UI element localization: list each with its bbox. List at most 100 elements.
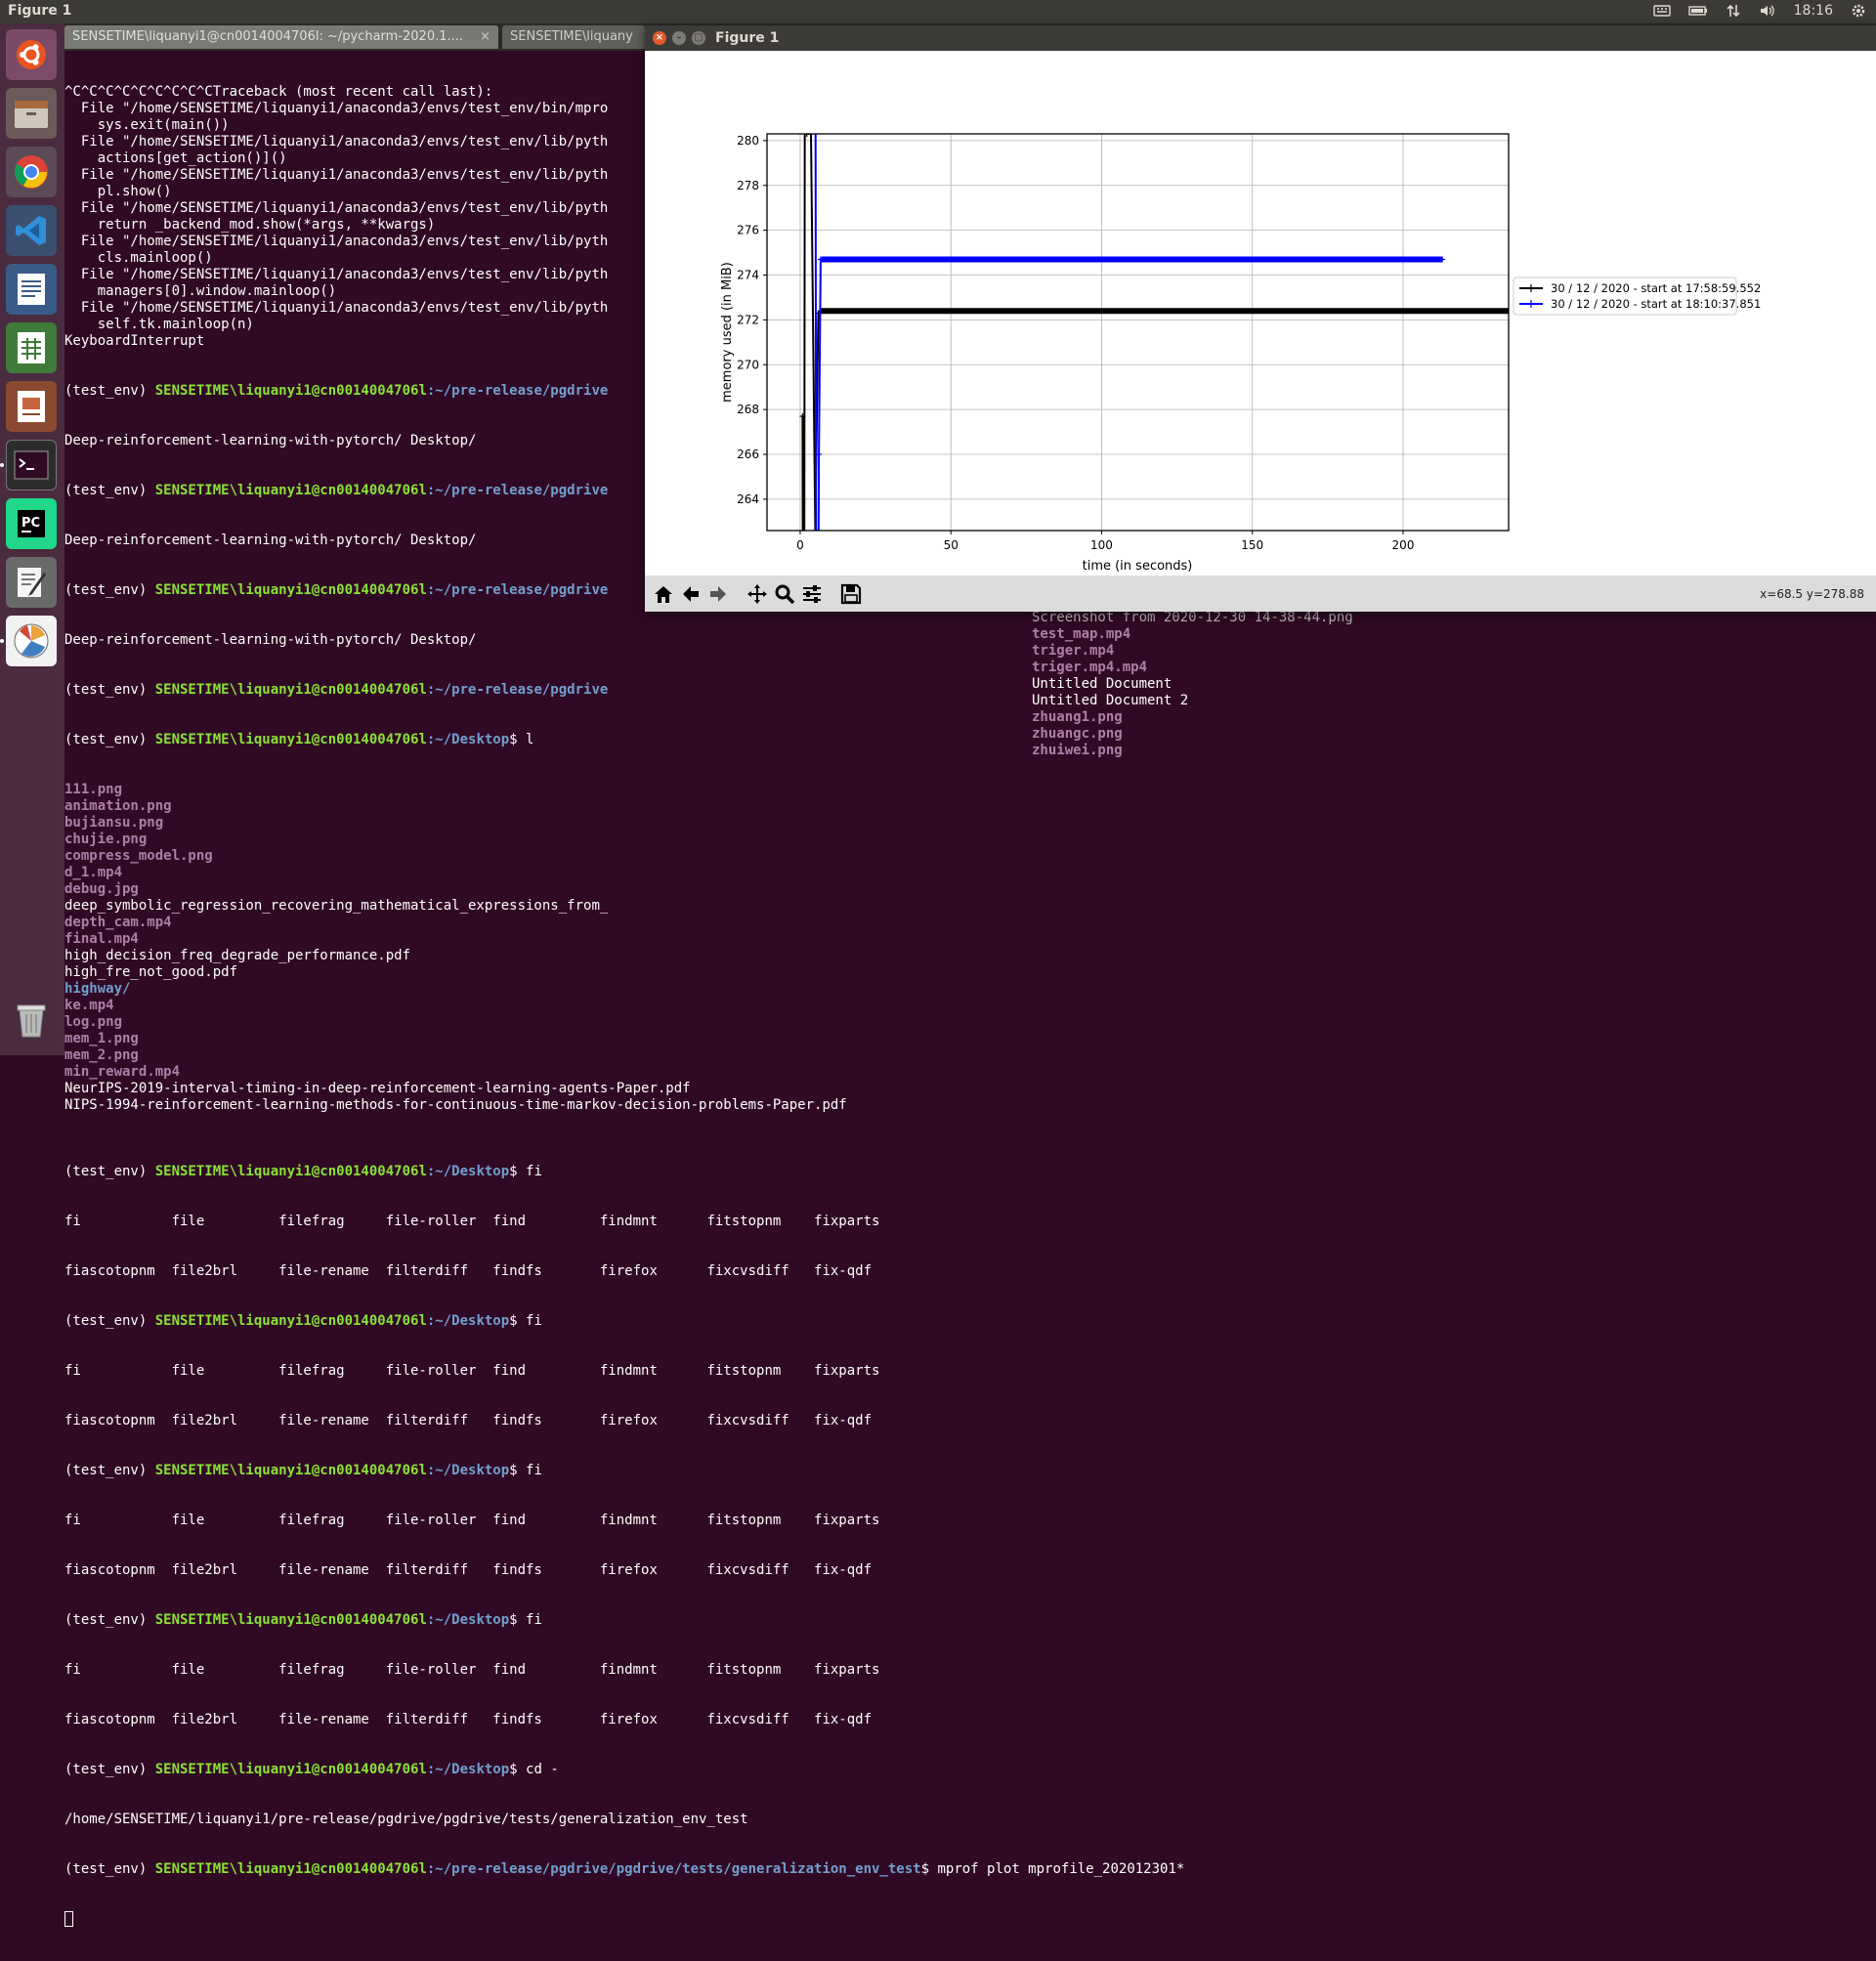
configure-subplots-icon[interactable] (799, 581, 825, 607)
text-editor-icon[interactable] (6, 557, 57, 608)
terminal-running-indicator (0, 463, 4, 467)
tab-terminal-2[interactable]: SENSETIME\liquany (502, 25, 645, 49)
file-entry: Untitled Document 2 (1032, 693, 1189, 708)
forward-icon[interactable] (705, 581, 731, 607)
y-tick-label: 272 (737, 313, 759, 326)
completion-line: fiascotopnm file2brl file-rename filterd… (64, 1562, 873, 1578)
plot-canvas[interactable]: 0 50 100 150 200 264 266 268 270 272 274 276 278 280 … (645, 51, 1876, 576)
clock[interactable]: 18:16 (1794, 3, 1833, 19)
file-entry: log.png (64, 1014, 123, 1030)
completion-line: fi file filefrag file-roller find findmn… (64, 1662, 880, 1678)
x-tick-label: 200 (1392, 538, 1415, 552)
y-tick-label: 278 (737, 179, 759, 192)
file-entry: 111.png (64, 782, 123, 797)
file-entry: final.mp4 (64, 931, 139, 947)
back-icon[interactable] (678, 581, 704, 607)
calc-icon[interactable] (6, 322, 57, 373)
battery-icon[interactable] (1687, 4, 1708, 18)
y-tick-label: 270 (737, 358, 759, 371)
y-tick-label: 274 (737, 269, 759, 282)
prompt-line: (test_env) SENSETIME\liquanyi1@cn0014004… (64, 1612, 542, 1628)
file-entry: deep_symbolic_regression_recovering_math… (64, 898, 609, 914)
figure-window[interactable]: × – □ Figure 1 0 50 100 150 200 264 266 268 270 2… (645, 25, 1876, 612)
gear-icon[interactable] (1851, 3, 1866, 19)
file-entry: high_fre_not_good.pdf (64, 964, 238, 980)
active-window-title: Figure 1 (8, 3, 72, 19)
terminal-icon[interactable] (6, 440, 57, 490)
completion-line: fi file filefrag file-roller find findmn… (64, 1513, 880, 1528)
file-entry: test_map.mp4 (1032, 626, 1131, 642)
output-line: Deep-reinforcement-learning-with-pytorch… (64, 632, 477, 648)
chrome-icon[interactable] (6, 147, 57, 197)
prompt-line: (test_env) SENSETIME\liquanyi1@cn0014004… (64, 1762, 559, 1777)
window-maximize-button[interactable]: □ (692, 31, 705, 45)
file-entry: NeurIPS-2019-interval-timing-in-deep-rei… (64, 1081, 691, 1096)
save-icon[interactable] (838, 581, 864, 607)
home-icon[interactable] (651, 581, 676, 607)
file-entry: triger.mp4 (1032, 643, 1115, 659)
plot-running-indicator (0, 639, 4, 643)
file-listing-right-column: Screenshot from 2020-12-30 14-38-44.png t… (1032, 610, 1353, 759)
terminal-cursor (64, 1911, 73, 1927)
y-axis-label: memory used (in MiB) (720, 262, 735, 403)
plot-area (767, 134, 1509, 531)
prompt-line: (test_env) SENSETIME\liquanyi1@cn0014004… (64, 1164, 542, 1179)
file-entry: mem_1.png (64, 1031, 139, 1046)
file-entry: Untitled Document (1032, 676, 1172, 692)
y-tick-label: 268 (737, 403, 759, 416)
legend-entry-label: 30 / 12 / 2020 - start at 17:58:59.552 (1551, 281, 1761, 295)
file-entry: high_decision_freq_degrade_performance.p… (64, 948, 411, 963)
ubuntu-dash-icon[interactable] (6, 29, 57, 80)
file-entry: depth_cam.mp4 (64, 915, 172, 930)
python-plot-icon[interactable] (6, 616, 57, 666)
y-tick-label: 264 (737, 492, 759, 506)
legend: 30 / 12 / 2020 - start at 17:58:59.552 30… (1513, 277, 1761, 316)
tab-label: SENSETIME\liquany (510, 29, 633, 44)
x-tick-label: 100 (1090, 538, 1113, 552)
prompt-line: (test_env) SENSETIME\liquanyi1@cn0014004… (64, 1463, 542, 1478)
keyboard-icon[interactable] (1652, 4, 1671, 18)
zoom-icon[interactable] (772, 581, 797, 607)
window-close-button[interactable]: × (653, 31, 666, 45)
file-entry: min_reward.mp4 (64, 1064, 181, 1080)
tab-close-button[interactable]: × (480, 25, 490, 49)
file-entry: Screenshot from 2020-12-30 14-38-44.png (1032, 610, 1353, 625)
window-minimize-button[interactable]: – (672, 31, 686, 45)
file-entry: chujie.png (64, 831, 148, 847)
files-icon[interactable] (6, 88, 57, 139)
launcher: PC (0, 23, 64, 1055)
output-line: /home/SENSETIME/liquanyi1/pre-release/pg… (64, 1812, 748, 1827)
pan-icon[interactable] (745, 581, 770, 607)
file-entry: compress_model.png (64, 848, 213, 864)
volume-icon[interactable] (1759, 3, 1776, 19)
cursor-line (64, 1911, 1876, 1928)
file-entry: zhuiwei.png (1032, 743, 1123, 758)
completion-line: fiascotopnm file2brl file-rename filterd… (64, 1413, 873, 1428)
impress-icon[interactable] (6, 381, 57, 432)
completion-line: fiascotopnm file2brl file-rename filterd… (64, 1712, 873, 1727)
tab-terminal-1[interactable]: SENSETIME\liquanyi1@cn0014004706l: ~/pyc… (64, 25, 498, 49)
legend-entry-label: 30 / 12 / 2020 - start at 18:10:37.851 (1551, 297, 1761, 311)
writer-icon[interactable] (6, 264, 57, 315)
figure-titlebar[interactable]: × – □ Figure 1 (645, 25, 1876, 51)
y-tick-label: 266 (737, 448, 759, 461)
file-entry: NIPS-1994-reinforcement-learning-methods… (64, 1097, 847, 1113)
file-entry: animation.png (64, 798, 172, 814)
matplotlib-toolbar: x=68.5 y=278.88 (645, 576, 1876, 612)
completion-line: fi file filefrag file-roller find findmn… (64, 1214, 880, 1229)
completion-line: fi file filefrag file-roller find findmn… (64, 1363, 880, 1379)
file-entry: mem_2.png (64, 1047, 139, 1063)
figure-window-title: Figure 1 (715, 30, 780, 46)
trash-icon[interactable] (6, 995, 57, 1045)
pycharm-icon[interactable]: PC (6, 498, 57, 549)
memory-usage-chart[interactable]: 0 50 100 150 200264266268270272274276278280 … (645, 51, 1876, 576)
file-entry: zhuang1.png (1032, 709, 1123, 725)
file-entry: triger.mp4.mp4 (1032, 660, 1148, 675)
network-icon[interactable] (1726, 3, 1741, 19)
prompt-line: (test_env) SENSETIME\liquanyi1@cn0014004… (64, 1861, 1185, 1877)
y-tick-label: 280 (737, 134, 759, 148)
file-entry: zhuangc.png (1032, 726, 1123, 742)
vscode-icon[interactable] (6, 205, 57, 256)
prompt-line: (test_env) SENSETIME\liquanyi1@cn0014004… (64, 682, 609, 698)
cursor-coordinates: x=68.5 y=278.88 (1760, 587, 1864, 601)
